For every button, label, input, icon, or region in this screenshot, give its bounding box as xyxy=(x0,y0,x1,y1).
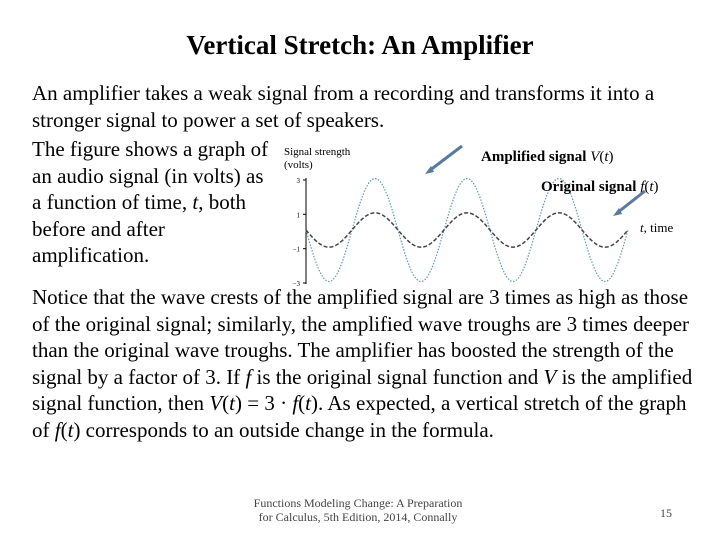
citation-line1: Functions Modeling Change: A Preparation xyxy=(253,496,463,510)
slide-title: Vertical Stretch: An Amplifier xyxy=(186,30,534,60)
page-number: 15 xyxy=(660,506,672,520)
arrow-amplified-icon xyxy=(428,144,463,173)
legend-original-fn: f xyxy=(640,179,646,195)
y-tick-label: 1 xyxy=(297,211,301,219)
legend-amplified-text: Amplified signal xyxy=(481,149,590,165)
legend-original: Original signal f(t) xyxy=(541,179,659,195)
arrow-original-icon xyxy=(616,189,646,215)
citation-line2: for Calculus, 5th Edition, 2014, Connall… xyxy=(258,510,458,524)
curves xyxy=(305,177,629,283)
figure-description: The figure shows a graph of an audio sig… xyxy=(32,136,272,269)
legend-amplified: Amplified signal V(t) xyxy=(481,149,614,165)
legend-original-text: Original signal xyxy=(541,179,640,195)
intro-paragraph: An amplifier takes a weak signal from a … xyxy=(32,81,655,132)
x-axis-var: t xyxy=(640,220,644,235)
var-V: V xyxy=(543,364,557,389)
var-V: V xyxy=(209,391,223,415)
x-axis-label-rest: , time xyxy=(644,220,674,235)
y-tick-label: 3 xyxy=(297,177,301,185)
y-ticks: 31−1−3 xyxy=(293,177,306,288)
text: is the original signal function and xyxy=(251,364,544,389)
x-axis-label: t, time xyxy=(640,220,673,235)
arrowhead-original-icon xyxy=(613,208,622,216)
y-axis-label-line1: Signal strength xyxy=(284,146,351,158)
original-signal-curve xyxy=(305,212,629,248)
arrowhead-amplified-icon xyxy=(425,166,434,174)
y-tick-label: −1 xyxy=(293,246,301,254)
arrows xyxy=(425,144,646,216)
text: ) = 3 · xyxy=(234,391,293,415)
citation: Functions Modeling Change: A Preparation… xyxy=(248,496,468,524)
explanation-paragraph: Notice that the wave crests of the ampli… xyxy=(32,284,702,443)
text: ) corresponds to an outside change in th… xyxy=(73,417,494,442)
legend-amplified-fn: V xyxy=(590,149,601,165)
amplified-signal-curve xyxy=(305,177,629,283)
text: ( xyxy=(60,417,68,442)
y-axis-label-line2: (volts) xyxy=(284,159,313,171)
